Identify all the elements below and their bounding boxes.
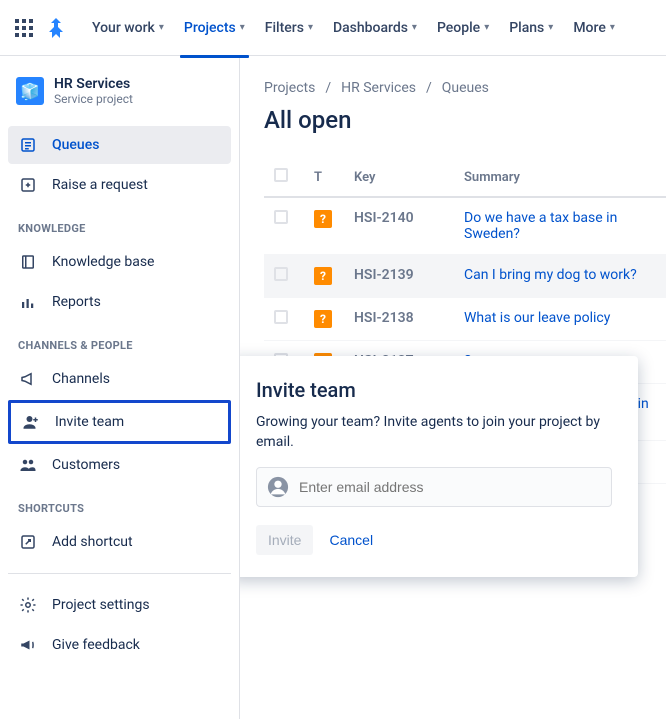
- chevron-down-icon: ▾: [240, 22, 245, 33]
- col-key[interactable]: Key: [344, 158, 454, 197]
- main-content: Projects / HR Services / Queues All open…: [240, 56, 666, 719]
- nav-projects[interactable]: Projects ▾: [176, 14, 253, 42]
- chevron-down-icon: ▾: [610, 22, 615, 33]
- issue-summary[interactable]: Do we have a tax base in Sweden?: [454, 197, 666, 255]
- sidebar-item-channels[interactable]: Channels: [8, 360, 231, 398]
- table-row[interactable]: ? HSI-2139Can I bring my dog to work?: [264, 255, 666, 298]
- gear-icon: [18, 596, 38, 614]
- section-channels-people: Channels & People: [8, 323, 231, 358]
- chevron-down-icon: ▾: [484, 22, 489, 33]
- jira-logo-icon[interactable]: [44, 16, 68, 40]
- sidebar-item-customers[interactable]: Customers: [8, 446, 231, 484]
- divider: [8, 573, 231, 574]
- select-all-checkbox[interactable]: [274, 168, 288, 182]
- email-input-wrapper[interactable]: [256, 467, 612, 507]
- nav-label: Dashboards: [333, 20, 408, 36]
- sidebar-item-label: Reports: [52, 294, 101, 310]
- section-knowledge: Knowledge: [8, 206, 231, 241]
- bullhorn-icon: [18, 636, 38, 654]
- breadcrumb-sep: /: [426, 80, 432, 96]
- sidebar-item-project-settings[interactable]: Project settings: [8, 586, 231, 624]
- sidebar-item-add-shortcut[interactable]: Add shortcut: [8, 523, 231, 561]
- avatar-icon: [267, 476, 289, 498]
- bar-chart-icon: [18, 293, 38, 311]
- row-checkbox[interactable]: [274, 310, 288, 324]
- sidebar: 🧊 HR Services Service project Queues Rai…: [0, 56, 240, 719]
- nav-dashboards[interactable]: Dashboards ▾: [325, 14, 425, 42]
- sidebar-item-label: Raise a request: [52, 177, 148, 193]
- row-checkbox[interactable]: [274, 267, 288, 281]
- invite-button[interactable]: Invite: [256, 525, 313, 555]
- chevron-down-icon: ▾: [412, 22, 417, 33]
- row-checkbox[interactable]: [274, 210, 288, 224]
- sidebar-item-label: Invite team: [55, 414, 124, 430]
- issue-key[interactable]: HSI-2139: [344, 255, 454, 298]
- person-add-icon: [21, 413, 41, 431]
- page-title: All open: [264, 106, 666, 134]
- sidebar-item-label: Queues: [52, 137, 99, 153]
- col-summary[interactable]: Summary: [454, 158, 666, 197]
- sidebar-item-label: Knowledge base: [52, 254, 154, 270]
- top-navigation: Your work ▾ Projects ▾ Filters ▾ Dashboards…: [0, 0, 666, 56]
- issue-summary[interactable]: What is our leave policy: [454, 298, 666, 341]
- invite-team-dialog: Invite team Growing your team? Invite ag…: [240, 356, 638, 577]
- nav-label: Filters: [265, 20, 304, 36]
- cancel-button[interactable]: Cancel: [329, 532, 373, 548]
- nav-label: Your work: [92, 20, 155, 36]
- breadcrumb: Projects / HR Services / Queues: [264, 80, 666, 96]
- issue-key[interactable]: HSI-2140: [344, 197, 454, 255]
- queues-icon: [18, 136, 38, 154]
- issue-key[interactable]: HSI-2138: [344, 298, 454, 341]
- issue-type-icon: ?: [314, 210, 332, 228]
- megaphone-icon: [18, 370, 38, 388]
- issue-type-icon: ?: [314, 267, 332, 285]
- nav-label: People: [437, 20, 480, 36]
- issue-summary[interactable]: Can I bring my dog to work?: [454, 255, 666, 298]
- dialog-description: Growing your team? Invite agents to join…: [256, 412, 612, 453]
- section-shortcuts: Shortcuts: [8, 486, 231, 521]
- sidebar-item-raise-request[interactable]: Raise a request: [8, 166, 231, 204]
- chevron-down-icon: ▾: [548, 22, 553, 33]
- project-avatar-icon: 🧊: [16, 77, 44, 105]
- nav-filters[interactable]: Filters ▾: [257, 14, 321, 42]
- col-type[interactable]: T: [304, 158, 344, 197]
- project-type: Service project: [54, 92, 133, 106]
- table-row[interactable]: ? HSI-2140Do we have a tax base in Sweden…: [264, 197, 666, 255]
- email-input[interactable]: [299, 479, 601, 495]
- breadcrumb-sep: /: [325, 80, 331, 96]
- nav-label: Plans: [509, 20, 544, 36]
- sidebar-item-invite-team[interactable]: Invite team: [8, 400, 231, 444]
- plus-box-icon: [18, 176, 38, 194]
- sidebar-item-queues[interactable]: Queues: [8, 126, 231, 164]
- nav-label: More: [573, 20, 606, 36]
- sidebar-item-label: Project settings: [52, 597, 150, 613]
- sidebar-item-label: Channels: [52, 371, 110, 387]
- sidebar-item-label: Customers: [52, 457, 120, 473]
- sidebar-item-knowledge-base[interactable]: Knowledge base: [8, 243, 231, 281]
- project-name: HR Services: [54, 76, 133, 92]
- sidebar-item-label: Give feedback: [52, 637, 140, 653]
- sidebar-item-give-feedback[interactable]: Give feedback: [8, 626, 231, 664]
- issue-type-icon: ?: [314, 310, 332, 328]
- project-header: 🧊 HR Services Service project: [8, 76, 231, 124]
- chevron-down-icon: ▾: [308, 22, 313, 33]
- app-switcher-icon[interactable]: [12, 16, 36, 40]
- breadcrumb-link[interactable]: Projects: [264, 80, 315, 96]
- nav-more[interactable]: More ▾: [565, 14, 623, 42]
- dialog-title: Invite team: [256, 378, 612, 402]
- people-icon: [18, 456, 38, 474]
- nav-plans[interactable]: Plans ▾: [501, 14, 561, 42]
- chevron-down-icon: ▾: [159, 22, 164, 33]
- nav-your-work[interactable]: Your work ▾: [84, 14, 172, 42]
- table-row[interactable]: ? HSI-2138What is our leave policy: [264, 298, 666, 341]
- sidebar-item-reports[interactable]: Reports: [8, 283, 231, 321]
- breadcrumb-link[interactable]: HR Services: [341, 80, 416, 96]
- shortcut-icon: [18, 533, 38, 551]
- breadcrumb-link[interactable]: Queues: [442, 80, 489, 96]
- nav-label: Projects: [184, 20, 236, 36]
- book-icon: [18, 253, 38, 271]
- sidebar-item-label: Add shortcut: [52, 534, 133, 550]
- nav-people[interactable]: People ▾: [429, 14, 497, 42]
